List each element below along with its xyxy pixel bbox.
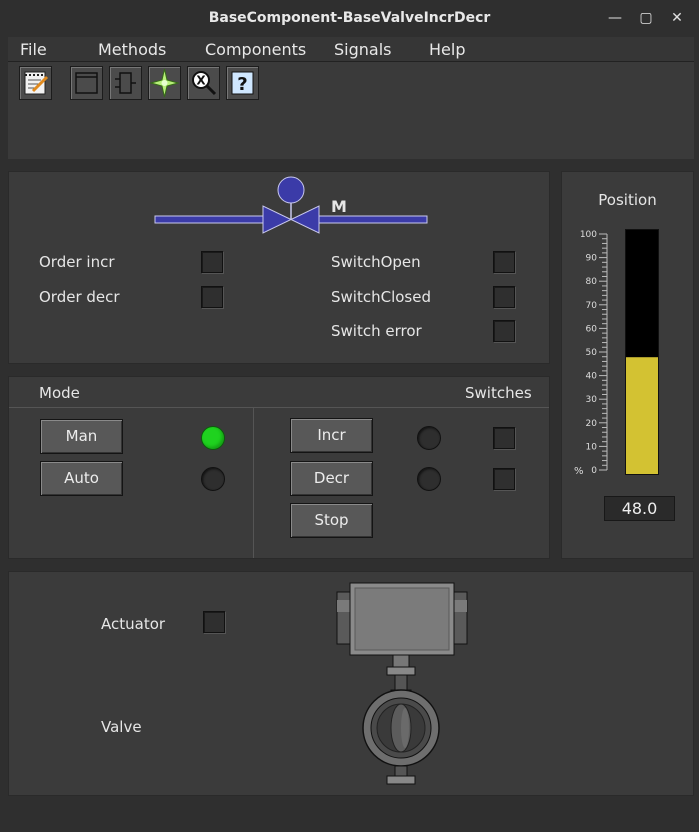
valve-body-left (262, 205, 293, 234)
scale-tick-label: 0 (591, 466, 597, 476)
scale-tick-label: 40 (586, 372, 598, 382)
man-led (201, 426, 225, 450)
crossref-button[interactable]: X (187, 66, 220, 100)
switch-closed-indicator (493, 286, 515, 308)
valve-pipe-left (154, 215, 264, 224)
scale-tick-label: 20 (586, 419, 598, 429)
mode-panel: Mode Switches Man Auto Incr Decr Stop (8, 376, 550, 559)
order-decr-label: Order decr (39, 288, 120, 306)
decr-button[interactable]: Decr (290, 461, 373, 496)
menu-signals[interactable]: Signals (334, 37, 391, 62)
trace-icon (149, 68, 180, 98)
incr-led (417, 426, 441, 450)
actuator-housing-face (354, 587, 450, 651)
signals-panel: M Order incr Order decr SwitchOpen Switc… (8, 171, 550, 364)
mode-divider-v (253, 408, 254, 558)
position-title: Position (598, 191, 657, 209)
stop-button[interactable]: Stop (290, 503, 373, 538)
toolbar: X ? (8, 62, 694, 159)
window-title: BaseComponent-BaseValveIncrDecr (208, 10, 491, 26)
mode-title: Mode (39, 384, 80, 402)
help-icon: ? (231, 71, 254, 95)
crossref-icon: X (192, 71, 217, 96)
help-button[interactable]: ? (226, 66, 259, 100)
order-incr-indicator (201, 251, 223, 273)
actuator-side-left-highlight (337, 600, 351, 612)
switch-closed-check (493, 468, 515, 490)
actuator-coupling (392, 654, 410, 668)
component-icon (115, 72, 136, 94)
valve-motor (277, 176, 305, 204)
menu-components[interactable]: Components (205, 37, 306, 62)
actuator-indicator[interactable] (203, 611, 225, 633)
scale-tick-label: 10 (586, 442, 598, 452)
switch-open-label: SwitchOpen (331, 253, 421, 271)
valve-body-right (289, 205, 320, 234)
scale-unit: % (574, 466, 584, 477)
minimize-button[interactable]: — (605, 8, 625, 28)
close-button[interactable]: ✕ (667, 8, 687, 28)
notes-icon (24, 71, 49, 95)
incr-button[interactable]: Incr (290, 418, 373, 453)
scale-tick-label: 50 (586, 348, 598, 358)
switch-open-indicator (493, 251, 515, 273)
actuator-label: Actuator (101, 615, 166, 633)
window-icon (75, 72, 98, 94)
menu-file[interactable]: File (20, 37, 47, 62)
auto-button[interactable]: Auto (40, 461, 123, 496)
mode-divider-h (9, 407, 549, 408)
order-decr-indicator (201, 286, 223, 308)
valve-pipe-right (318, 215, 428, 224)
valve-label: Valve (101, 718, 142, 736)
scale-tick-label: 60 (586, 324, 598, 334)
position-value: 48.0 (604, 496, 675, 521)
valve-bottom-stem (394, 765, 408, 777)
menu-bar: File Methods Components Signals Help (8, 37, 694, 62)
trace-button[interactable] (148, 66, 181, 100)
maximize-button[interactable]: ▢ (636, 8, 656, 28)
position-bar (625, 229, 659, 475)
decr-led (417, 467, 441, 491)
valve-bottom-flange (386, 775, 416, 785)
scale-tick-label: 90 (586, 254, 598, 264)
butterfly-disc-highlight (401, 708, 409, 748)
title-bar: BaseComponent-BaseValveIncrDecr — ▢ ✕ (0, 0, 699, 36)
man-button[interactable]: Man (40, 419, 123, 454)
menu-methods[interactable]: Methods (98, 37, 166, 62)
valve-symbol: M (154, 176, 428, 234)
help-glyph: ? (237, 74, 247, 95)
scale-tick-label: 70 (586, 301, 598, 311)
scale-tick-label: 80 (586, 277, 598, 287)
scale-tick-label: 100 (580, 230, 597, 240)
position-bar-fill (626, 357, 658, 474)
switch-error-indicator (493, 320, 515, 342)
equipment-panel: Actuator Valve (8, 571, 694, 796)
switch-closed-label: SwitchClosed (331, 288, 431, 306)
menu-help[interactable]: Help (429, 37, 465, 62)
notes-button[interactable] (19, 66, 52, 100)
stem-flange-top (386, 666, 416, 676)
scale-tick-label: 30 (586, 395, 598, 405)
order-incr-label: Order incr (39, 253, 115, 271)
motor-label: M (331, 197, 347, 216)
switch-open-check (493, 427, 515, 449)
crossref-glyph: X (196, 74, 206, 88)
actuator-valve-graphic (336, 582, 468, 785)
switch-error-label: Switch error (331, 322, 422, 340)
actuator-side-right-highlight (453, 600, 467, 612)
open-graph-button[interactable] (70, 66, 103, 100)
switches-title: Switches (465, 384, 532, 402)
position-scale: 1009080706050403020100% (574, 230, 608, 477)
auto-led (201, 467, 225, 491)
open-object-button[interactable] (109, 66, 142, 100)
